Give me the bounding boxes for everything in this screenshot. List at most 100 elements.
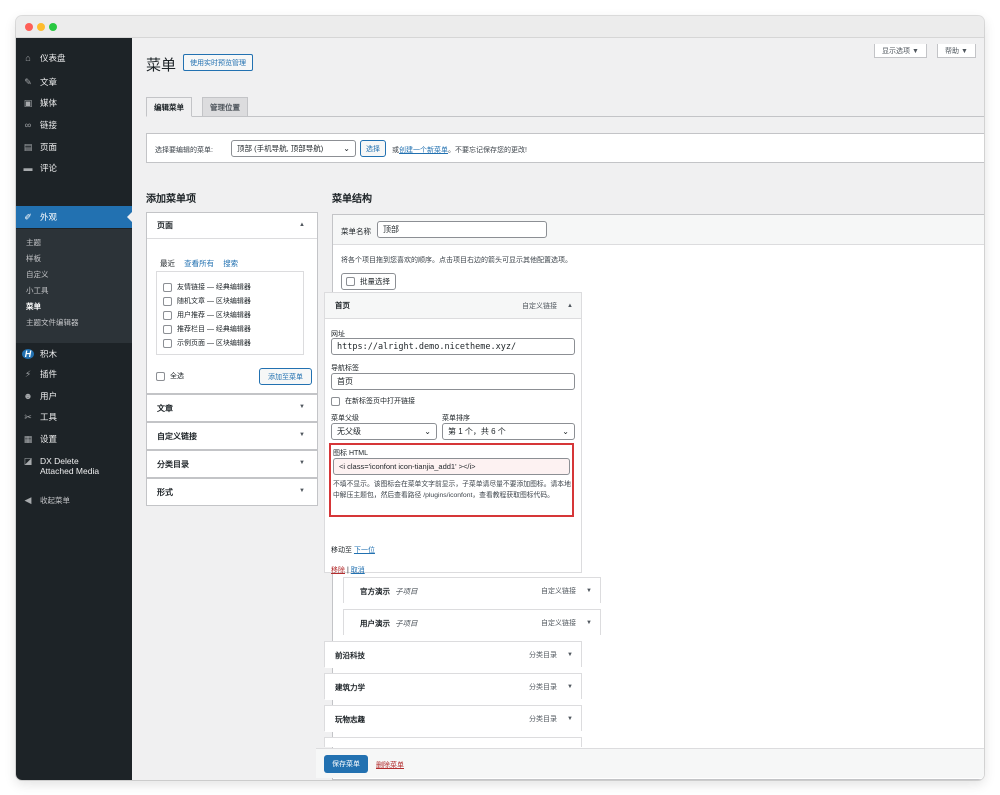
screen-options-button[interactable]: 显示选项 ▼	[874, 44, 927, 58]
menu-item-row[interactable]: 建筑力学 分类目录 ▼	[324, 673, 582, 700]
delete-menu-link[interactable]: 删除菜单	[376, 760, 404, 770]
icon-html-help: 不填不显示。该图标会在菜单文字前显示，子菜单请尽量不要添加图标。请本地中解压主题…	[333, 481, 571, 499]
submenu-item-theme-editor[interactable]: 主题文件编辑器	[26, 317, 79, 328]
sidebar-item-pages[interactable]: ▤ 页面	[16, 136, 132, 158]
list-item[interactable]: 示例页面 — 区块编辑器	[163, 338, 251, 348]
menu-item-row[interactable]: 玩物志趣 分类目录 ▼	[324, 705, 582, 732]
subtab-recent[interactable]: 最近	[160, 259, 175, 268]
list-item[interactable]: 推荐栏目 — 经典编辑器	[163, 324, 251, 334]
select-menu-button[interactable]: 选择	[360, 140, 386, 157]
submenu-item-patterns[interactable]: 样板	[26, 253, 41, 264]
sidebar-item-dashboard[interactable]: ⌂ 仪表盘	[16, 47, 132, 69]
menu-item-header[interactable]: 玩物志趣 分类目录 ▼	[325, 706, 581, 732]
plugin-icon: ⚡	[24, 368, 32, 379]
admin-sidebar: ⌂ 仪表盘 ✎ 文章 ▣ 媒体 ∞ 链接 ▤ 页面 ▬ 评论 ✐ 外观 主题 样板 自定义 小…	[16, 38, 133, 780]
checkbox[interactable]	[163, 282, 172, 292]
menu-name-input[interactable]: 顶部	[377, 221, 547, 238]
tab-manage-locations[interactable]: 管理位置	[202, 97, 248, 117]
sidebar-item-settings[interactable]: ▦ 设置	[16, 428, 132, 450]
checkbox[interactable]	[163, 296, 172, 306]
checkbox[interactable]	[331, 396, 340, 406]
add-to-menu-button[interactable]: 添加至菜单	[259, 368, 312, 385]
submenu-item-themes[interactable]: 主题	[26, 237, 41, 248]
parent-select[interactable]: 无父级 ⌄	[331, 423, 437, 440]
pages-checklist: 友情链接 — 经典编辑器 随机文章 — 区块编辑器 用户推荐 — 区块编辑器 推…	[156, 271, 304, 355]
checkbox[interactable]	[163, 310, 172, 320]
sidebar-item-appearance[interactable]: ✐ 外观	[16, 206, 133, 228]
chevron-up-icon[interactable]: ▲	[567, 303, 573, 309]
checkbox[interactable]	[163, 338, 172, 348]
chevron-down-icon[interactable]: ▼	[567, 652, 573, 658]
menu-item-header[interactable]: 前沿科技 分类目录 ▼	[325, 642, 581, 668]
chevron-down-icon: ▼	[299, 404, 305, 410]
sidebar-item-label-line2: Attached Media	[40, 466, 100, 476]
select-all-label: 全选	[170, 373, 184, 380]
pages-panel-header[interactable]: 页面 ▲	[147, 213, 317, 239]
remove-link[interactable]: 移除	[331, 567, 345, 574]
subtab-search[interactable]: 搜索	[223, 259, 238, 268]
custom-links-panel-header[interactable]: 自定义链接 ▼	[147, 423, 317, 449]
help-button[interactable]: 帮助 ▼	[937, 44, 976, 58]
cancel-link[interactable]: 取消	[351, 567, 365, 574]
live-preview-button[interactable]: 使用实时预览管理	[183, 54, 253, 71]
menu-item-header[interactable]: 官方演示 子项目 自定义链接 ▼	[344, 578, 600, 604]
collapse-icon: ◀	[24, 494, 32, 505]
menu-select-dropdown[interactable]: 顶部 (手机导航, 顶部导航) ⌄	[231, 140, 356, 157]
checkbox[interactable]	[156, 371, 165, 381]
bulk-select-button[interactable]: 批量选择	[341, 273, 396, 290]
menu-select-value: 顶部 (手机导航, 顶部导航)	[237, 144, 324, 153]
select-all-checkbox[interactable]: 全选	[156, 371, 184, 381]
hint-prefix: 或	[392, 147, 399, 154]
close-window-button[interactable]	[25, 23, 33, 31]
categories-panel-header[interactable]: 分类目录 ▼	[147, 451, 317, 477]
chevron-down-icon[interactable]: ▼	[567, 684, 573, 690]
chevron-down-icon[interactable]: ▼	[586, 588, 592, 594]
icon-html-input[interactable]: <i class='iconfont icon-tianjia_add1' ><…	[333, 458, 570, 475]
move-down-link[interactable]: 下一位	[354, 547, 375, 554]
window-titlebar	[16, 16, 984, 38]
sidebar-item-users[interactable]: ☻ 用户	[16, 385, 132, 407]
zoom-window-button[interactable]	[49, 23, 57, 31]
sidebar-collapse-menu[interactable]: ◀ 收起菜单	[16, 489, 132, 511]
sidebar-item-comments[interactable]: ▬ 评论	[16, 157, 132, 179]
menu-item-row[interactable]: 官方演示 子项目 自定义链接 ▼	[343, 577, 601, 604]
submenu-item-menus[interactable]: 菜单	[26, 301, 41, 312]
chevron-down-icon[interactable]: ▼	[567, 716, 573, 722]
panel-title: 形式	[157, 487, 173, 497]
menu-item-home-header[interactable]: 首页 自定义链接 ▲	[325, 293, 581, 319]
sidebar-item-plugins[interactable]: ⚡ 插件	[16, 363, 132, 385]
menu-item-row[interactable]: 用户演示 子项目 自定义链接 ▼	[343, 609, 601, 636]
menu-item-type: 分类目录	[529, 684, 557, 691]
sidebar-item-blocks[interactable]: H 积木	[16, 343, 132, 365]
menu-item-row[interactable]: 前沿科技 分类目录 ▼	[324, 641, 582, 668]
list-item-label: 用户推荐 — 区块编辑器	[177, 312, 251, 319]
chevron-down-icon[interactable]: ▼	[586, 620, 592, 626]
list-item[interactable]: 随机文章 — 区块编辑器	[163, 296, 251, 306]
order-select[interactable]: 第 1 个，共 6 个 ⌄	[442, 423, 575, 440]
sidebar-item-media[interactable]: ▣ 媒体	[16, 92, 132, 114]
sidebar-item-tools[interactable]: ✂ 工具	[16, 406, 132, 428]
minimize-window-button[interactable]	[37, 23, 45, 31]
url-input[interactable]: https://alright.demo.nicetheme.xyz/	[331, 338, 575, 355]
menu-item-header[interactable]: 用户演示 子项目 自定义链接 ▼	[344, 610, 600, 636]
tab-edit-menus[interactable]: 编辑菜单	[146, 97, 192, 117]
save-menu-button[interactable]: 保存菜单	[324, 755, 368, 773]
open-new-tab-checkbox[interactable]: 在新标签页中打开链接	[331, 396, 415, 406]
menu-item-sub: 子项目	[395, 586, 418, 596]
nav-tabs: 编辑菜单 管理位置	[146, 96, 984, 117]
sidebar-item-links[interactable]: ∞ 链接	[16, 114, 132, 136]
menu-item-header[interactable]: 建筑力学 分类目录 ▼	[325, 674, 581, 700]
list-item[interactable]: 用户推荐 — 区块编辑器	[163, 310, 251, 320]
sidebar-item-posts[interactable]: ✎ 文章	[16, 71, 132, 93]
checkbox[interactable]	[163, 324, 172, 334]
posts-panel: 文章 ▼	[146, 394, 318, 422]
formats-panel-header[interactable]: 形式 ▼	[147, 479, 317, 505]
subtab-view-all[interactable]: 查看所有	[184, 259, 214, 268]
submenu-item-widgets[interactable]: 小工具	[26, 285, 49, 296]
create-new-menu-link[interactable]: 创建一个新菜单	[399, 147, 448, 154]
posts-panel-header[interactable]: 文章 ▼	[147, 395, 317, 421]
list-item[interactable]: 友情链接 — 经典编辑器	[163, 282, 251, 292]
sidebar-item-dx-delete[interactable]: ◪ DX Delete Attached Media	[16, 456, 132, 486]
submenu-item-customize[interactable]: 自定义	[26, 269, 49, 280]
nav-label-input[interactable]: 首页	[331, 373, 575, 390]
